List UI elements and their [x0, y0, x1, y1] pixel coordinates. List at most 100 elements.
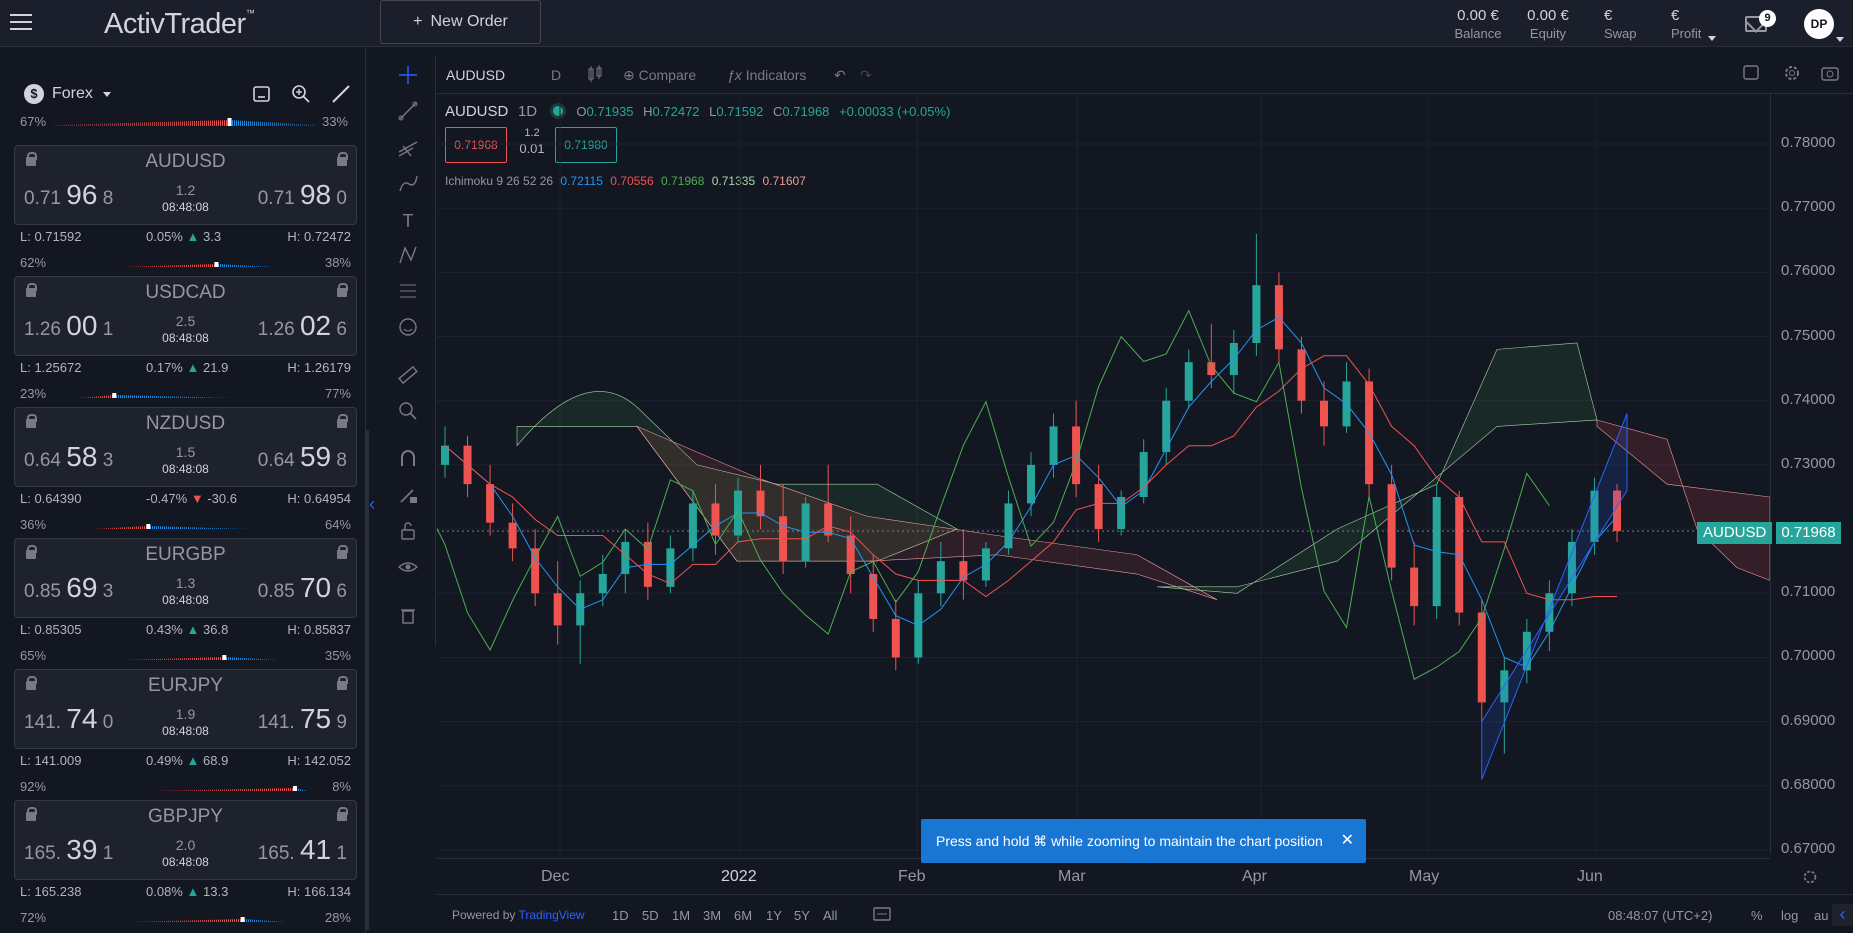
prediction-icon[interactable] [395, 280, 421, 306]
day-change: -0.47% ▼ -30.6 [146, 491, 237, 506]
layout-icon[interactable] [252, 84, 272, 104]
price-axis[interactable]: 0.78000 0.77000 0.76000 0.75000 0.74000 0.730… [1770, 94, 1853, 857]
magnet-icon[interactable] [395, 448, 421, 474]
instrument-symbol: NZDUSD [145, 413, 226, 434]
auto-toggle[interactable]: au [1814, 908, 1828, 923]
trash-icon[interactable] [395, 604, 421, 630]
range-5y[interactable]: 5Y [794, 908, 810, 923]
collapse-sidebar-icon[interactable]: ‹ [369, 494, 375, 515]
tradingview-link[interactable]: TradingView [519, 908, 585, 922]
indicators-button[interactable]: ƒx Indicators [727, 67, 806, 83]
chart-toolbar: AUDUSD D ⊕ Compare ƒx Indicators ↶ ↷ [436, 56, 1853, 94]
category-selector[interactable]: $ Forex [24, 84, 111, 104]
avatar-caret-icon[interactable] [1836, 37, 1844, 42]
fullscreen-icon[interactable] [1742, 64, 1760, 85]
crosshair-icon[interactable] [395, 64, 421, 90]
price-tick: 0.77000 [1781, 198, 1836, 216]
triangle-up-icon: ▲ [186, 360, 200, 375]
log-toggle[interactable]: log [1781, 908, 1798, 923]
triangle-up-icon: ▲ [186, 229, 200, 244]
candle-body [1027, 464, 1035, 504]
eye-icon[interactable] [395, 556, 421, 582]
sentiment-marker [146, 524, 151, 529]
instrument-card[interactable]: EURGBP 0.85 69 3 1.3 08:48:08 0.85 70 6 … [14, 538, 357, 663]
candle-body [1049, 426, 1058, 465]
sell-sentiment: 36% [20, 517, 47, 532]
chart-bottom-bar: Powered by TradingView 1D 5D 1M 3M 6M 1Y… [436, 894, 1853, 933]
new-order-button[interactable]: + New Order [380, 0, 541, 44]
instrument-card[interactable]: AUDUSD 0.71 96 8 1.2 08:48:08 0.71 98 0 … [14, 145, 357, 270]
range-all[interactable]: All [823, 908, 837, 923]
drawing-toolbar: T [381, 56, 436, 646]
range-5d[interactable]: 5D [642, 908, 659, 923]
candle-body [869, 574, 878, 619]
day-change: 0.05% ▲ 3.3 [146, 229, 222, 244]
trend-line-icon[interactable] [395, 100, 421, 126]
lock-drawing-icon[interactable] [395, 484, 421, 510]
interval-selector[interactable]: D [551, 67, 561, 83]
candle-body [1297, 349, 1306, 401]
buy-price[interactable]: 1.26 02 6 [258, 310, 347, 342]
collapse-right-icon[interactable]: ‹ [1832, 904, 1853, 926]
menu-icon[interactable] [10, 14, 32, 32]
time-axis[interactable]: Dec 2022 Feb Mar Apr May Jun [436, 858, 1770, 894]
buy-price[interactable]: 165. 41 1 [258, 834, 347, 866]
ruler-icon[interactable] [395, 364, 421, 390]
axis-settings-icon[interactable] [1801, 868, 1819, 891]
camera-icon[interactable] [1820, 63, 1840, 86]
redo-icon[interactable]: ↷ [860, 67, 872, 84]
range-1y[interactable]: 1Y [766, 908, 782, 923]
quote-time: 08:48:08 [149, 855, 222, 869]
price-chart[interactable] [437, 95, 1770, 857]
sentiment-marker [222, 655, 227, 660]
symbol-search[interactable]: AUDUSD [446, 67, 505, 83]
range-1m[interactable]: 1M [672, 908, 690, 923]
instrument-symbol: EURGBP [145, 544, 226, 565]
text-tool-icon[interactable]: T [395, 208, 421, 234]
range-3m[interactable]: 3M [703, 908, 721, 923]
date-range-icon[interactable] [873, 906, 891, 925]
range-1d[interactable]: 1D [612, 908, 629, 923]
close-icon[interactable]: ✕ [1341, 830, 1354, 850]
gear-icon[interactable] [1782, 63, 1802, 86]
sentiment-bar [54, 118, 315, 126]
candles-icon[interactable] [586, 64, 604, 87]
brush-icon[interactable] [395, 172, 421, 198]
time-tick: Dec [541, 868, 570, 885]
chart-clock: 08:48:07 (UTC+2) [1608, 908, 1713, 923]
lock-icon[interactable] [395, 520, 421, 546]
undo-icon[interactable]: ↶ [834, 67, 846, 84]
buy-price[interactable]: 0.71 98 0 [258, 179, 347, 211]
buy-sentiment: 38% [324, 255, 351, 270]
emoji-icon[interactable] [395, 316, 421, 342]
instrument-card[interactable]: NZDUSD 0.64 58 3 1.5 08:48:08 0.64 59 8 … [14, 407, 357, 532]
buy-price[interactable]: 141. 75 9 [258, 703, 347, 735]
search-icon[interactable] [291, 84, 311, 104]
triangle-up-icon: ▲ [186, 753, 200, 768]
price-tick: 0.69000 [1781, 711, 1836, 729]
pattern-icon[interactable] [395, 244, 421, 270]
price-tick: 0.68000 [1781, 775, 1836, 793]
pencil-icon[interactable] [331, 84, 351, 104]
instrument-symbol: AUDUSD [145, 151, 226, 172]
candle-body [891, 618, 900, 658]
sentiment-marker [240, 917, 245, 922]
fib-tool-icon[interactable] [395, 136, 421, 162]
buy-price[interactable]: 0.64 59 8 [258, 441, 347, 473]
avatar[interactable]: DP [1804, 9, 1834, 39]
buy-price[interactable]: 0.85 70 6 [258, 572, 347, 604]
candle-body [1387, 484, 1396, 568]
zoom-in-icon[interactable] [395, 400, 421, 426]
day-high: H: 0.72472 [287, 229, 351, 244]
range-6m[interactable]: 6M [734, 908, 752, 923]
triangle-up-icon: ▲ [186, 622, 200, 637]
instrument-card[interactable]: EURJPY 141. 74 0 1.9 08:48:08 141. 75 9 … [14, 669, 357, 794]
percent-toggle[interactable]: % [1751, 908, 1763, 923]
profit-caret-icon[interactable] [1708, 36, 1716, 41]
instrument-card[interactable]: USDCAD 1.26 00 1 2.5 08:48:08 1.26 02 6 … [14, 276, 357, 401]
sell-sentiment: 62% [20, 255, 47, 270]
quote-time: 08:48:08 [149, 200, 222, 214]
instrument-card[interactable]: GBPJPY 165. 39 1 2.0 08:48:08 165. 41 1 … [14, 800, 357, 925]
compare-button[interactable]: ⊕ Compare [623, 67, 696, 84]
buy-sentiment: 35% [324, 648, 351, 663]
